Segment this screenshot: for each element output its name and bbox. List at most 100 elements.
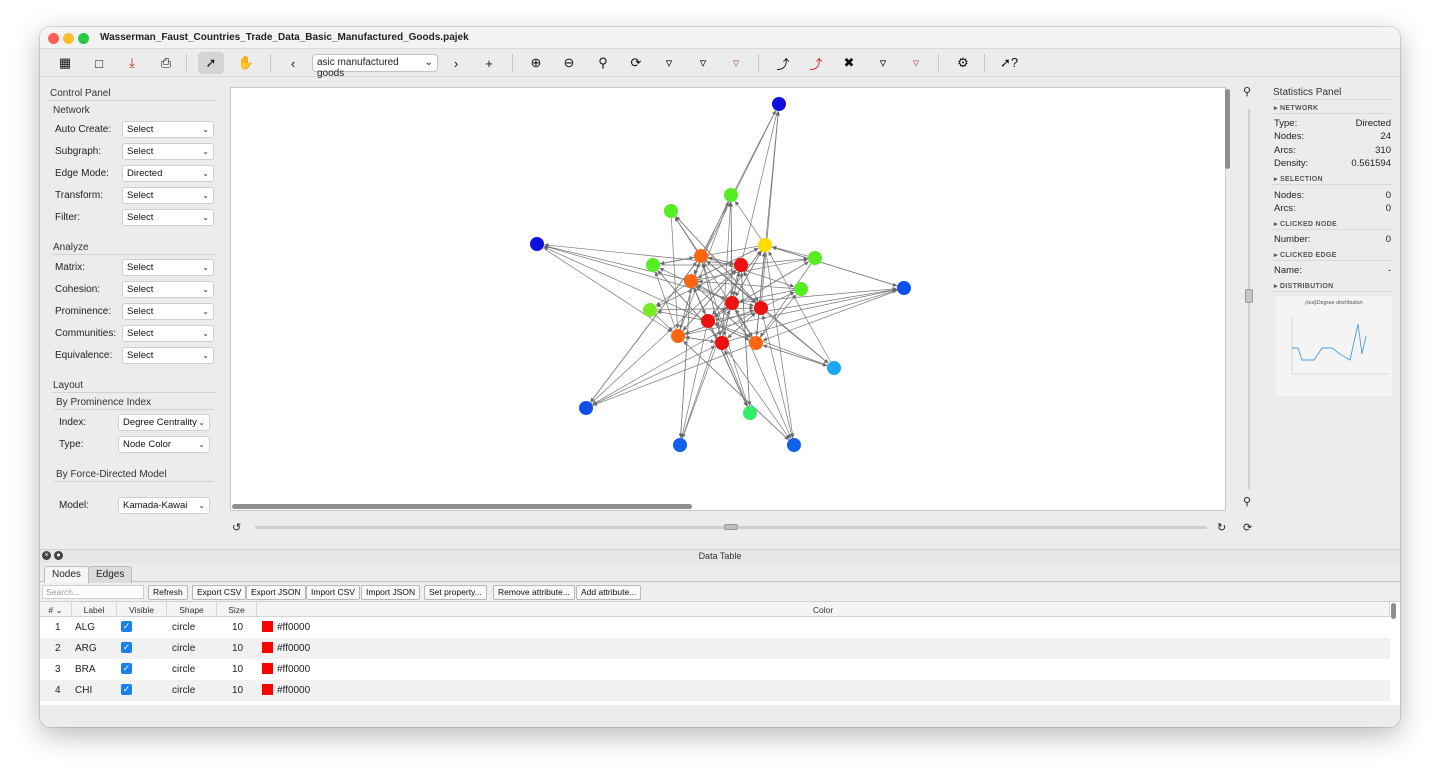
- filter-icon[interactable]: ▿: [656, 52, 682, 74]
- col-color-header[interactable]: Color: [257, 602, 1390, 617]
- tools-icon[interactable]: ✖: [836, 52, 862, 74]
- detach-icon[interactable]: ●: [54, 551, 63, 560]
- rotation-slider-thumb[interactable]: [724, 524, 738, 530]
- graph-node-n05[interactable]: [673, 438, 687, 452]
- model-select[interactable]: Kamada-Kawai ⌄: [118, 497, 210, 514]
- graph-canvas[interactable]: [230, 87, 1226, 511]
- auto-create-select[interactable]: Select ⌄: [122, 121, 214, 138]
- edge-red-icon[interactable]: ⤴: [803, 52, 829, 74]
- chevron-right-icon[interactable]: ›: [443, 52, 469, 74]
- search-input[interactable]: Search...: [42, 585, 144, 599]
- col-num-header[interactable]: # ⌄: [40, 602, 72, 617]
- graph-node-n06[interactable]: [787, 438, 801, 452]
- matrix-select[interactable]: Select ⌄: [122, 259, 214, 276]
- zoom-out-icon[interactable]: ⚲: [1243, 495, 1251, 508]
- equivalence-select[interactable]: Select ⌄: [122, 347, 214, 364]
- graph-node-n22[interactable]: [754, 301, 768, 315]
- graph-node-n24[interactable]: [715, 336, 729, 350]
- vertical-scroll-thumb[interactable]: [1225, 89, 1230, 169]
- graph-node-n08[interactable]: [743, 406, 757, 420]
- chevron-left-icon[interactable]: ‹: [280, 52, 306, 74]
- graph-node-n20[interactable]: [734, 258, 748, 272]
- visible-checkbox[interactable]: ✓: [121, 621, 132, 632]
- edge-mode-select[interactable]: Directed ⌄: [122, 165, 214, 182]
- close-window-button[interactable]: [48, 33, 59, 44]
- visible-checkbox[interactable]: ✓: [121, 684, 132, 695]
- zoom-window-button[interactable]: [78, 33, 89, 44]
- zoom-slider-thumb[interactable]: [1245, 289, 1253, 303]
- graph-node-n19[interactable]: [749, 336, 763, 350]
- close-icon[interactable]: ×: [42, 551, 51, 560]
- pan-hand-icon[interactable]: ✋: [233, 52, 259, 74]
- graph-node-n10[interactable]: [664, 204, 678, 218]
- color-swatch[interactable]: [262, 663, 273, 674]
- col-visible-header[interactable]: Visible: [117, 602, 167, 617]
- import-json-button[interactable]: Import JSON: [361, 585, 421, 600]
- graph-node-n09[interactable]: [724, 188, 738, 202]
- zoom-in-icon[interactable]: ⚲: [1243, 85, 1251, 98]
- type-select[interactable]: Node Color ⌄: [118, 436, 210, 453]
- print-icon[interactable]: ⎙: [153, 52, 179, 74]
- select-pointer-icon[interactable]: ➚: [198, 52, 224, 74]
- search-icon[interactable]: ⚲: [590, 52, 616, 74]
- add-attribute-button[interactable]: Add attribute...: [576, 585, 642, 600]
- relation-select[interactable]: asic manufactured goods ⌄: [312, 54, 438, 79]
- import-csv-button[interactable]: Import CSV: [306, 585, 360, 600]
- color-swatch[interactable]: [262, 642, 273, 653]
- settings-icon[interactable]: ⚙: [950, 52, 976, 74]
- prominence-select[interactable]: Select ⌄: [122, 303, 214, 320]
- table-vertical-scrollbar[interactable]: [1390, 601, 1398, 705]
- graph-node-n02[interactable]: [530, 237, 544, 251]
- help-icon[interactable]: ➚?: [996, 52, 1022, 74]
- color-swatch[interactable]: [262, 684, 273, 695]
- zoom-out-icon[interactable]: ⊖: [556, 52, 582, 74]
- graph-node-n23[interactable]: [701, 314, 715, 328]
- export-json-button[interactable]: Export JSON: [246, 585, 306, 600]
- index-select[interactable]: Degree Centrality ⌄: [118, 414, 210, 431]
- graph-node-n12[interactable]: [646, 258, 660, 272]
- graph-node-n16[interactable]: [694, 249, 708, 263]
- canvas-vertical-scrollbar[interactable]: [1224, 87, 1232, 511]
- table-scroll-thumb[interactable]: [1391, 603, 1396, 619]
- visible-checkbox[interactable]: ✓: [121, 642, 132, 653]
- download-icon[interactable]: ⤓: [119, 52, 145, 74]
- graph-node-n03[interactable]: [897, 281, 911, 295]
- graph-node-n11[interactable]: [808, 251, 822, 265]
- graph-node-n13[interactable]: [794, 282, 808, 296]
- refresh-button[interactable]: Refresh: [148, 585, 188, 600]
- graph-node-n15[interactable]: [758, 238, 772, 252]
- table-row[interactable]: 2 ARG ✓ circle 10 #ff0000: [40, 638, 1390, 659]
- graph-node-n07[interactable]: [827, 361, 841, 375]
- subgraph-select[interactable]: Select ⌄: [122, 143, 214, 160]
- table-row[interactable]: 1 ALG ✓ circle 10 #ff0000: [40, 617, 1390, 638]
- folder-icon[interactable]: □: [86, 52, 112, 74]
- rotate-icon[interactable]: ⟳: [623, 52, 649, 74]
- export-csv-button[interactable]: Export CSV: [192, 585, 247, 600]
- graph-node-n01[interactable]: [772, 97, 786, 111]
- network-graph[interactable]: [231, 88, 1225, 510]
- minimize-window-button[interactable]: [63, 33, 74, 44]
- graph-node-n14[interactable]: [643, 303, 657, 317]
- filter-edges-icon[interactable]: ▿: [723, 52, 749, 74]
- plus-icon[interactable]: +: [476, 52, 502, 74]
- col-size-header[interactable]: Size: [217, 602, 257, 617]
- graph-node-n04[interactable]: [579, 401, 593, 415]
- table-row[interactable]: 4 CHI ✓ circle 10 #ff0000: [40, 680, 1390, 701]
- communities-select[interactable]: Select ⌄: [122, 325, 214, 342]
- visible-checkbox[interactable]: ✓: [121, 663, 132, 674]
- open-file-icon[interactable]: ▦: [52, 52, 78, 74]
- filter-off-icon[interactable]: ▿: [870, 52, 896, 74]
- table-row[interactable]: 3 BRA ✓ circle 10 #ff0000: [40, 659, 1390, 680]
- graph-node-n21[interactable]: [725, 296, 739, 310]
- cohesion-select[interactable]: Select ⌄: [122, 281, 214, 298]
- transform-select[interactable]: Select ⌄: [122, 187, 214, 204]
- rotate-left-icon[interactable]: ↺: [232, 521, 241, 534]
- tab-edges[interactable]: Edges: [88, 566, 133, 583]
- rotate-right-icon[interactable]: ↻: [1217, 521, 1226, 534]
- tab-nodes[interactable]: Nodes: [44, 566, 89, 583]
- remove-attribute-button[interactable]: Remove attribute...: [493, 585, 575, 600]
- zoom-in-icon[interactable]: ⊕: [523, 52, 549, 74]
- canvas-horizontal-scrollbar[interactable]: [232, 504, 692, 509]
- col-label-header[interactable]: Label: [72, 602, 117, 617]
- filter-disabled-icon[interactable]: ▿: [903, 52, 929, 74]
